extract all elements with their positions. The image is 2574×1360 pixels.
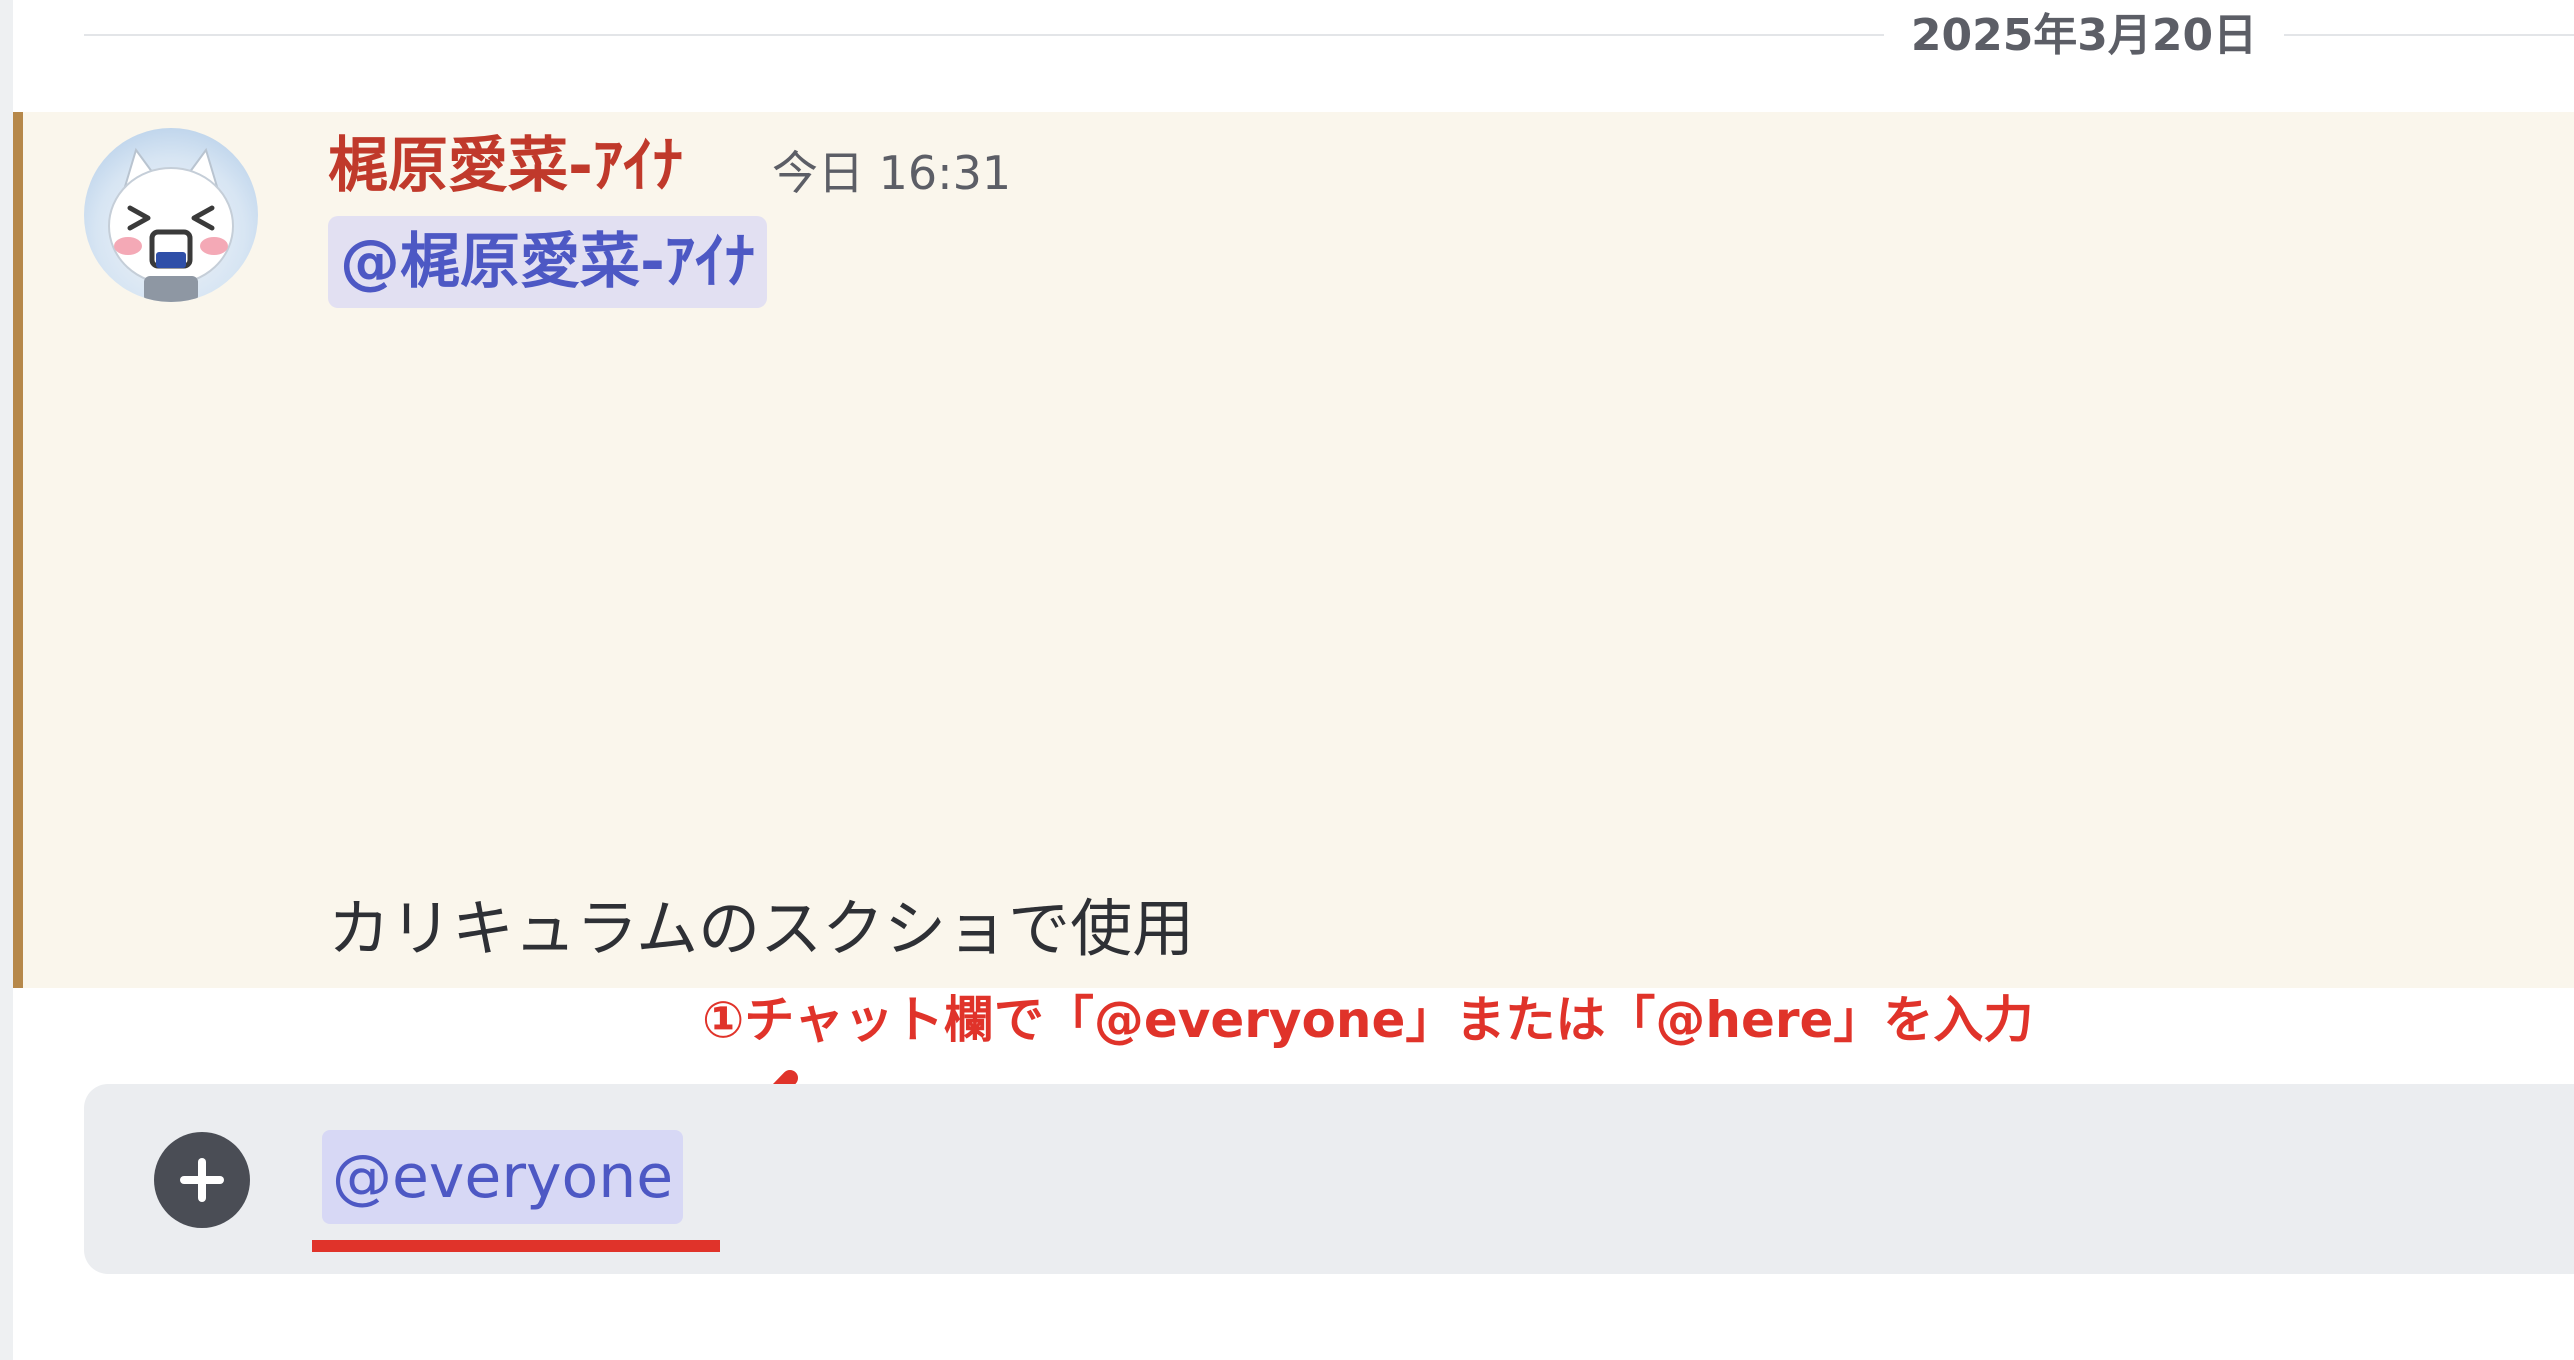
message-timestamp: 今日 16:31 <box>772 146 1012 200</box>
date-divider-line-right <box>2284 34 2574 36</box>
chat-page: 2025年3月20日 梶原愛菜-ｱｲﾅ 今日 16:31 @梶原愛菜-ｱｲﾅ カ… <box>0 0 2574 1360</box>
message-username[interactable]: 梶原愛菜-ｱｲﾅ <box>328 128 683 204</box>
date-divider: 2025年3月20日 <box>1910 10 2258 61</box>
date-divider-line-left <box>84 34 1884 36</box>
user-mention[interactable]: @梶原愛菜-ｱｲﾅ <box>328 216 767 308</box>
attach-button[interactable] <box>154 1132 250 1228</box>
plus-circle-icon <box>180 1158 224 1202</box>
avatar[interactable] <box>84 128 258 302</box>
sidebar-edge <box>0 0 13 1360</box>
input-mention-everyone[interactable]: @everyone <box>322 1130 684 1224</box>
annotation-text: ①チャット欄で「@everyone」または「@here」を入力 <box>702 991 2034 1049</box>
annotation-underline <box>312 1240 720 1252</box>
message-body: カリキュラムのスクショで使用 <box>328 892 1195 965</box>
cat-avatar-icon <box>108 147 234 302</box>
mention-highlight-bar <box>13 112 23 988</box>
